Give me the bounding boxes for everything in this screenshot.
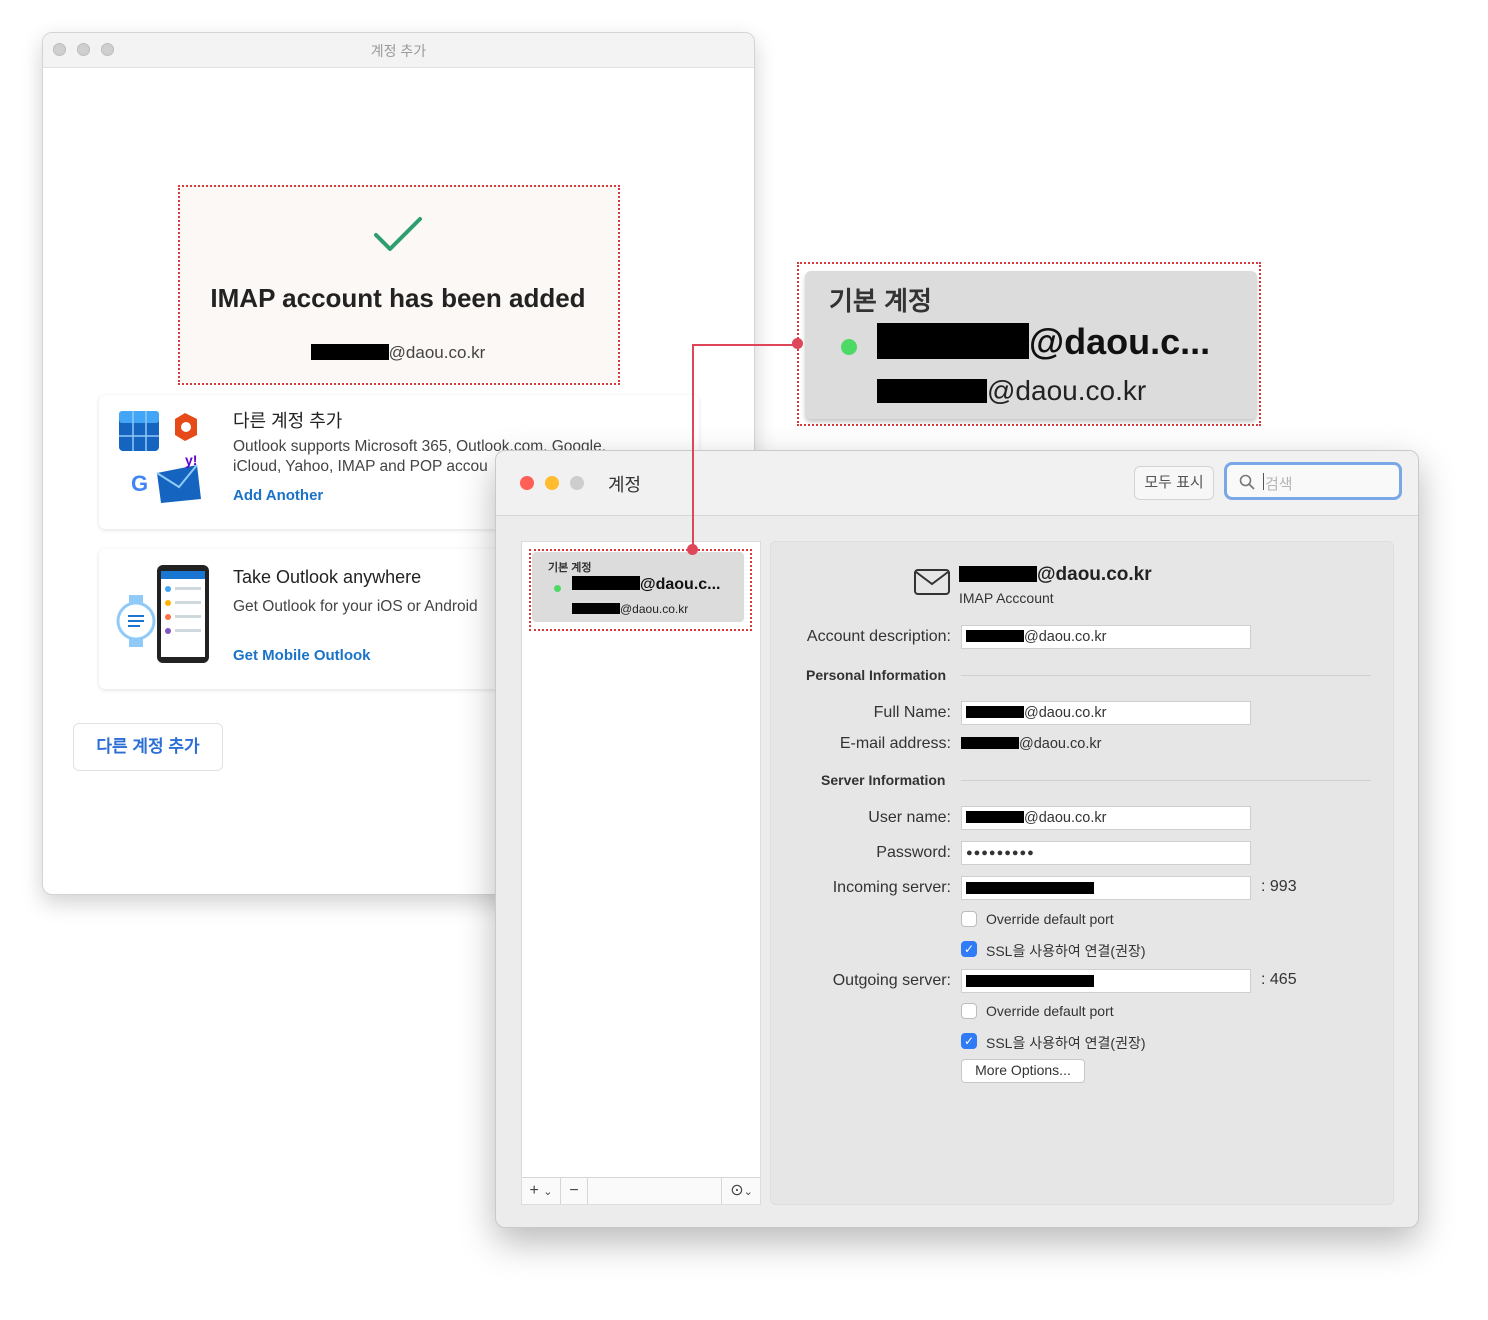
password-label: Password: <box>876 844 951 861</box>
minimize-window-button[interactable] <box>545 476 559 490</box>
more-actions-button[interactable]: ⊙⌄ <box>721 1178 761 1204</box>
chevron-down-icon: ⌄ <box>743 1186 753 1198</box>
redacted-block <box>966 811 1024 823</box>
redacted-block <box>959 566 1037 582</box>
account-providers-icon: G y! <box>119 411 201 503</box>
email-address-value: @daou.co.kr <box>961 736 1101 752</box>
password-field[interactable]: ●●●●●●●●● <box>961 841 1251 865</box>
add-account-button[interactable]: + ⌄ <box>522 1178 561 1204</box>
incoming-server-field[interactable] <box>961 876 1251 900</box>
window-title: 계정 추가 <box>370 43 427 59</box>
mobile-devices-icon <box>116 565 209 663</box>
highlight-outline <box>178 185 620 385</box>
ssl-checkbox-incoming[interactable]: ✓ <box>961 941 977 957</box>
chevron-down-icon: ⌄ <box>543 1186 553 1198</box>
server-information-heading: Server Information <box>821 772 946 788</box>
zoom-heading: 기본 계정 <box>829 286 932 316</box>
status-dot-icon <box>841 339 857 355</box>
add-other-account-button[interactable]: 다른 계정 추가 <box>73 723 223 771</box>
ssl-checkbox-outgoing[interactable]: ✓ <box>961 1033 977 1049</box>
connector-line <box>692 344 798 346</box>
more-options-button[interactable]: More Options... <box>961 1059 1085 1083</box>
search-icon <box>1239 474 1255 490</box>
remove-account-button[interactable]: − <box>561 1178 588 1204</box>
text-cursor <box>1263 473 1264 490</box>
zoom-account-email: @daou.co.kr <box>877 375 1146 407</box>
zoom-window-button[interactable] <box>570 476 584 490</box>
connector-endpoint <box>687 544 698 555</box>
redacted-block <box>877 323 1029 359</box>
override-port-label: Override default port <box>986 1003 1114 1019</box>
ssl-label: SSL을 사용하여 연결(권장) <box>986 1035 1146 1051</box>
zoomed-account-item: 기본 계정 @daou.c... @daou.co.kr <box>805 271 1257 419</box>
ellipsis-circle-icon: ⊙ <box>730 1182 744 1199</box>
override-port-checkbox-incoming[interactable] <box>961 911 977 927</box>
outgoing-server-label: Outgoing server: <box>832 972 951 989</box>
accounts-sidebar: 기본 계정 @daou.c... @daou.co.kr + ⌄ − ⊙⌄ <box>521 541 761 1205</box>
redacted-block <box>966 975 1094 987</box>
outgoing-port: : 465 <box>1261 971 1297 988</box>
email-address-label: E-mail address: <box>839 735 951 752</box>
outgoing-server-field[interactable] <box>961 969 1251 993</box>
window-titlebar: 계정 추가 <box>43 33 754 68</box>
connector-line <box>692 344 694 550</box>
window-titlebar: 계정 모두 표시 검색 <box>496 451 1418 516</box>
override-port-checkbox-outgoing[interactable] <box>961 1003 977 1019</box>
full-name-field[interactable]: @daou.co.kr <box>961 701 1251 725</box>
search-placeholder: 검색 <box>1265 476 1293 493</box>
ssl-label: SSL을 사용하여 연결(권장) <box>986 943 1146 959</box>
search-input[interactable]: 검색 <box>1224 462 1402 500</box>
redacted-block <box>966 882 1094 894</box>
connector-endpoint <box>792 338 803 349</box>
personal-information-heading: Personal Information <box>806 667 947 683</box>
section-divider <box>961 675 1371 676</box>
get-mobile-outlook-link[interactable]: Get Mobile Outlook <box>233 647 371 664</box>
account-header-email: @daou.co.kr <box>959 564 1152 586</box>
account-description-label: Account description: <box>806 628 951 645</box>
redacted-block <box>966 706 1024 718</box>
card-title: 다른 계정 추가 <box>233 411 343 431</box>
override-port-label: Override default port <box>986 911 1114 927</box>
sidebar-footer: + ⌄ − ⊙⌄ <box>522 1177 760 1204</box>
close-window-button[interactable] <box>520 476 534 490</box>
card-title: Take Outlook anywhere <box>233 567 422 587</box>
account-description-field[interactable]: @daou.co.kr <box>961 625 1251 649</box>
user-name-label: User name: <box>868 809 951 826</box>
svg-text:G: G <box>131 471 148 496</box>
account-detail-pane: @daou.co.kr IMAP Acccount Account descri… <box>770 541 1394 1205</box>
highlight-outline <box>529 549 752 631</box>
mail-envelope-icon <box>914 569 950 595</box>
zoom-account-name: @daou.c... <box>877 321 1210 363</box>
add-another-link[interactable]: Add Another <box>233 487 323 504</box>
redacted-block <box>877 379 987 403</box>
incoming-server-label: Incoming server: <box>832 879 951 896</box>
user-name-field[interactable]: @daou.co.kr <box>961 806 1251 830</box>
incoming-port: : 993 <box>1261 878 1297 895</box>
account-type: IMAP Acccount <box>959 590 1054 606</box>
redacted-block <box>961 737 1019 749</box>
show-all-button[interactable]: 모두 표시 <box>1134 466 1214 500</box>
redacted-block <box>966 630 1024 642</box>
svg-text:y!: y! <box>185 452 197 468</box>
section-divider <box>961 780 1371 781</box>
window-title: 계정 <box>608 475 642 495</box>
accounts-window: 계정 모두 표시 검색 기본 계정 @daou.c... @daou.co.kr… <box>495 450 1419 1228</box>
full-name-label: Full Name: <box>873 704 951 721</box>
